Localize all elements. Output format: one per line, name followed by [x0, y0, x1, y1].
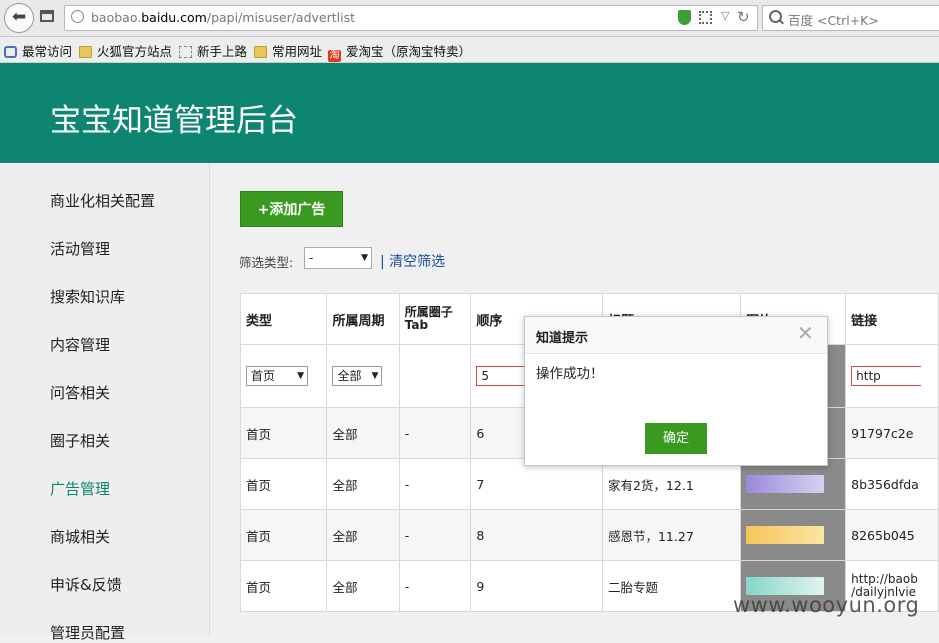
address-bar[interactable]: baobao.baidu.com/papi/misuser/advertlist…	[64, 5, 758, 31]
app-header: 宝宝知道管理后台	[0, 63, 939, 163]
cell-order: 7	[470, 458, 603, 510]
sidebar-item-activity[interactable]: 活动管理	[50, 238, 110, 259]
chevron-down-icon[interactable]: ▽	[721, 9, 729, 22]
sidebar-item-appeal-feedback[interactable]: 申诉&反馈	[50, 574, 122, 595]
dialog-message: 操作成功！	[536, 366, 604, 382]
dialog-title: 知道提示	[536, 331, 589, 346]
arrow-left-icon: ⬅	[12, 7, 27, 27]
add-advert-button[interactable]: +添加广告	[240, 191, 343, 227]
reload-icon[interactable]: ↻	[737, 8, 750, 26]
shield-icon[interactable]	[678, 10, 691, 25]
cell-period: 全部	[326, 458, 400, 510]
sidebar-item-admin-config[interactable]: 管理员配置	[50, 622, 125, 643]
cell-order: 9	[470, 560, 603, 612]
clear-filter-link[interactable]: | 清空筛选	[380, 251, 445, 271]
success-dialog: 知道提示 ✕ 操作成功！ 确定	[524, 316, 828, 466]
table-row: 首页 全部 - 8 感恩节，11.27 8265b045	[239, 509, 939, 561]
cell-type: 首页	[239, 560, 328, 612]
cell-type: 首页	[239, 458, 328, 510]
sidebar: 商业化相关配置 活动管理 搜索知识库 内容管理 问答相关 圈子相关 广告管理 商…	[0, 163, 210, 642]
page-icon	[179, 46, 192, 58]
sidebar-item-knowledge-base[interactable]: 搜索知识库	[50, 286, 125, 307]
close-icon[interactable]: ✕	[797, 323, 814, 343]
sidebar-item-mall[interactable]: 商城相关	[50, 526, 110, 547]
cell-circle: -	[398, 407, 472, 459]
cell-period: 全部	[326, 509, 400, 561]
chevron-down-icon: ▼	[371, 371, 379, 381]
period-select[interactable]: 全部 ▼	[332, 366, 383, 386]
cell-type: 首页	[239, 407, 328, 459]
cell-circle: -	[398, 458, 472, 510]
search-icon	[769, 10, 782, 23]
cell-circle: -	[398, 509, 472, 561]
bookmark-search-icon	[4, 46, 17, 58]
type-select[interactable]: 首页 ▼	[246, 366, 308, 386]
confirm-button[interactable]: 确定	[645, 423, 707, 454]
sidebar-item-commercial-config[interactable]: 商业化相关配置	[50, 190, 155, 211]
chevron-down-icon: ▼	[297, 371, 304, 381]
link-input[interactable]: http	[851, 366, 922, 386]
globe-icon	[71, 10, 84, 23]
bookmark-most-visited[interactable]: 最常访问	[4, 41, 72, 59]
filter-type-select[interactable]: - ▼	[304, 247, 372, 269]
bookmark-firefox-site[interactable]: 火狐官方站点	[79, 41, 172, 59]
cell-circle: -	[398, 560, 472, 612]
col-header-circle: 所属圈子 Tab	[398, 293, 472, 345]
folder-icon	[254, 46, 267, 58]
tab-groups-icon[interactable]	[40, 10, 54, 22]
sidebar-item-ads[interactable]: 广告管理	[50, 478, 110, 499]
search-input[interactable]: 百度 <Ctrl+K>	[762, 5, 939, 31]
qr-code-icon[interactable]	[699, 11, 712, 24]
banner-image	[746, 526, 825, 544]
sidebar-item-qa[interactable]: 问答相关	[50, 382, 110, 403]
search-placeholder: 百度 <Ctrl+K>	[788, 13, 879, 28]
cell-title: 感恩节，11.27	[601, 509, 742, 561]
col-header-type: 类型	[239, 293, 328, 345]
cell-order: 8	[470, 509, 603, 561]
taobao-icon: 淘	[328, 50, 341, 62]
page-title: 宝宝知道管理后台	[50, 103, 298, 139]
cell-link: 8265b045	[845, 509, 939, 561]
dialog-header: 知道提示 ✕	[525, 317, 827, 354]
cell-title: 二胎专题	[601, 560, 742, 612]
cell-link: 91797c2e	[845, 407, 939, 459]
cell-period: 全部	[326, 407, 400, 459]
sidebar-item-circles[interactable]: 圈子相关	[50, 430, 110, 451]
order-input[interactable]: 5	[476, 366, 527, 386]
url-text: baobao.baidu.com/papi/misuser/advertlist	[91, 10, 356, 25]
cell-period: 全部	[326, 560, 400, 612]
browser-toolbar: ⬅ baobao.baidu.com/papi/misuser/advertli…	[0, 0, 939, 37]
table-row: 首页 全部 - 7 家有2货，12.1 8b356dfda	[239, 458, 939, 510]
folder-icon	[79, 46, 92, 58]
back-button[interactable]: ⬅	[4, 3, 34, 33]
sidebar-item-content[interactable]: 内容管理	[50, 334, 110, 355]
cell-link: 8b356dfda	[845, 458, 939, 510]
bookmark-aitaobao[interactable]: 淘爱淘宝（原淘宝特卖）	[328, 41, 471, 62]
bookmark-common-sites[interactable]: 常用网址	[254, 41, 322, 59]
col-header-link: 链接	[845, 293, 939, 345]
watermark: www.wooyun.org	[733, 593, 920, 617]
bookmarks-bar: 最常访问 火狐官方站点 新手上路 常用网址 淘爱淘宝（原淘宝特卖）	[0, 37, 939, 63]
chevron-down-icon: ▼	[361, 253, 368, 263]
banner-image	[746, 475, 825, 493]
filter-type-label: 筛选类型:	[239, 255, 294, 270]
cell-title: 家有2货，12.1	[601, 458, 742, 510]
col-header-period: 所属周期	[326, 293, 400, 345]
cell-type: 首页	[239, 509, 328, 561]
bookmark-getting-started[interactable]: 新手上路	[179, 41, 247, 59]
